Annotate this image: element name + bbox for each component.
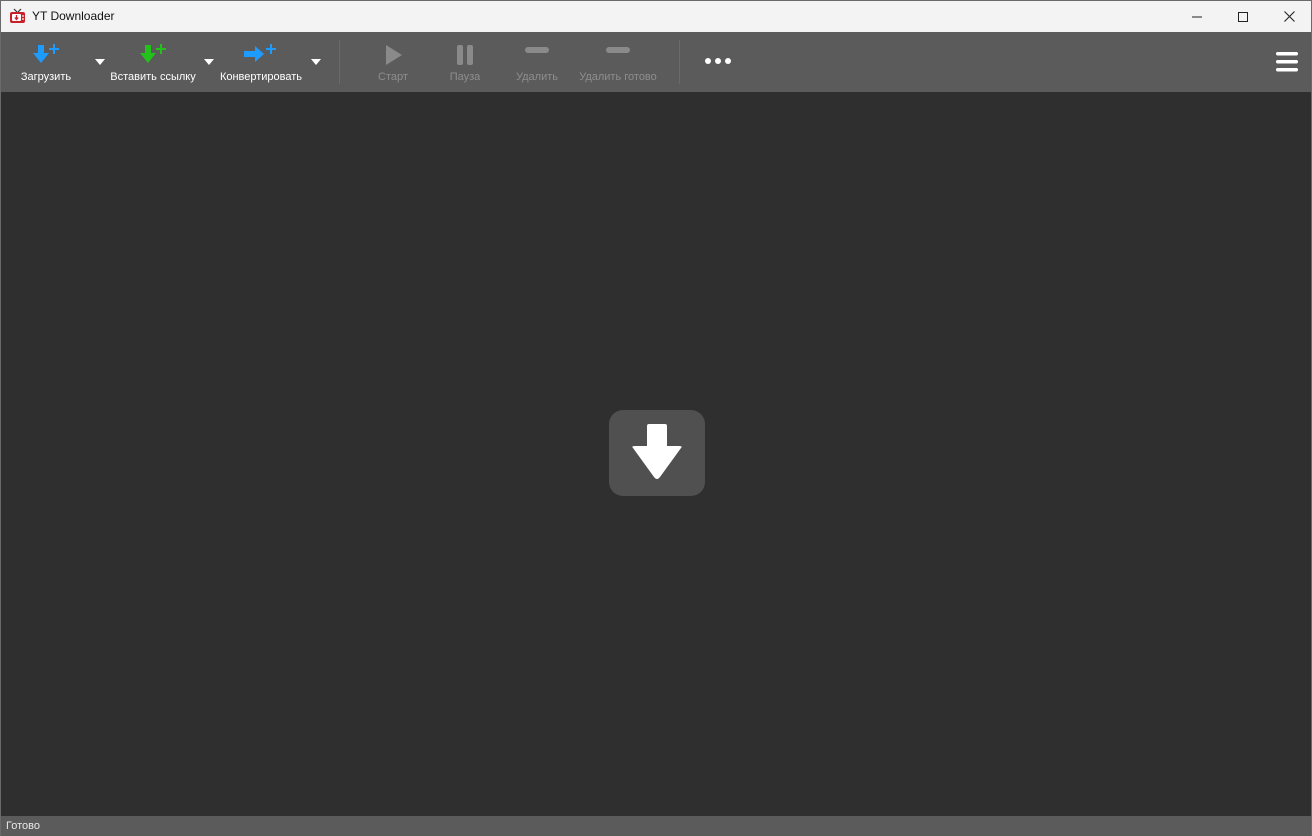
chevron-down-icon (204, 59, 214, 65)
minus-icon (605, 42, 631, 68)
pause-button[interactable]: Пауза (437, 32, 493, 92)
toolbar: Загрузить Вставить ссылку Конвертировать… (1, 32, 1311, 92)
start-label: Старт (378, 71, 408, 83)
convert-dropdown-button[interactable] (310, 57, 322, 67)
close-icon (1283, 11, 1295, 22)
chevron-down-icon (95, 59, 105, 65)
minimize-icon (1192, 16, 1202, 17)
paste-link-plus-icon (136, 42, 170, 68)
delete-button[interactable]: Удалить (509, 32, 565, 92)
download-plus-icon (29, 42, 63, 68)
paste-link-dropdown-button[interactable] (203, 57, 215, 67)
title-bar[interactable]: YT Downloader (1, 1, 1311, 32)
maximize-icon (1238, 11, 1248, 22)
play-icon (383, 42, 403, 68)
download-dropdown-button[interactable] (94, 57, 106, 67)
delete-label: Удалить (516, 71, 558, 83)
delete-done-button[interactable]: Удалить готово (575, 32, 661, 92)
download-arrow-icon (632, 424, 682, 479)
tv-icon (9, 8, 26, 24)
toolbar-separator (679, 40, 680, 84)
hamburger-menu-icon (1276, 52, 1298, 72)
paste-link-button[interactable]: Вставить ссылку (107, 32, 199, 92)
chevron-down-icon (311, 59, 321, 65)
empty-state-download-tile[interactable] (609, 410, 705, 496)
more-dots-icon (705, 58, 731, 64)
download-label: Загрузить (20, 71, 72, 83)
minimize-button[interactable] (1174, 1, 1220, 32)
start-button[interactable]: Старт (365, 32, 421, 92)
more-button[interactable] (701, 54, 735, 68)
menu-button[interactable] (1275, 50, 1301, 74)
status-text: Готово (6, 820, 40, 832)
maximize-button[interactable] (1220, 1, 1266, 32)
close-button[interactable] (1266, 1, 1312, 32)
pause-icon (455, 42, 475, 68)
convert-plus-icon (242, 42, 280, 68)
minus-icon (524, 42, 550, 68)
convert-button[interactable]: Конвертировать (215, 32, 307, 92)
download-list-area[interactable] (1, 92, 1311, 816)
status-bar: Готово (1, 816, 1311, 836)
paste-link-label: Вставить ссылку (110, 71, 196, 83)
convert-label: Конвертировать (219, 71, 303, 83)
delete-done-label: Удалить готово (579, 71, 657, 83)
download-button[interactable]: Загрузить (15, 32, 77, 92)
pause-label: Пауза (449, 71, 481, 83)
toolbar-separator (339, 40, 340, 84)
app-window: YT Downloader Загрузить Вставить ссылку … (0, 0, 1312, 836)
window-title: YT Downloader (32, 9, 115, 23)
